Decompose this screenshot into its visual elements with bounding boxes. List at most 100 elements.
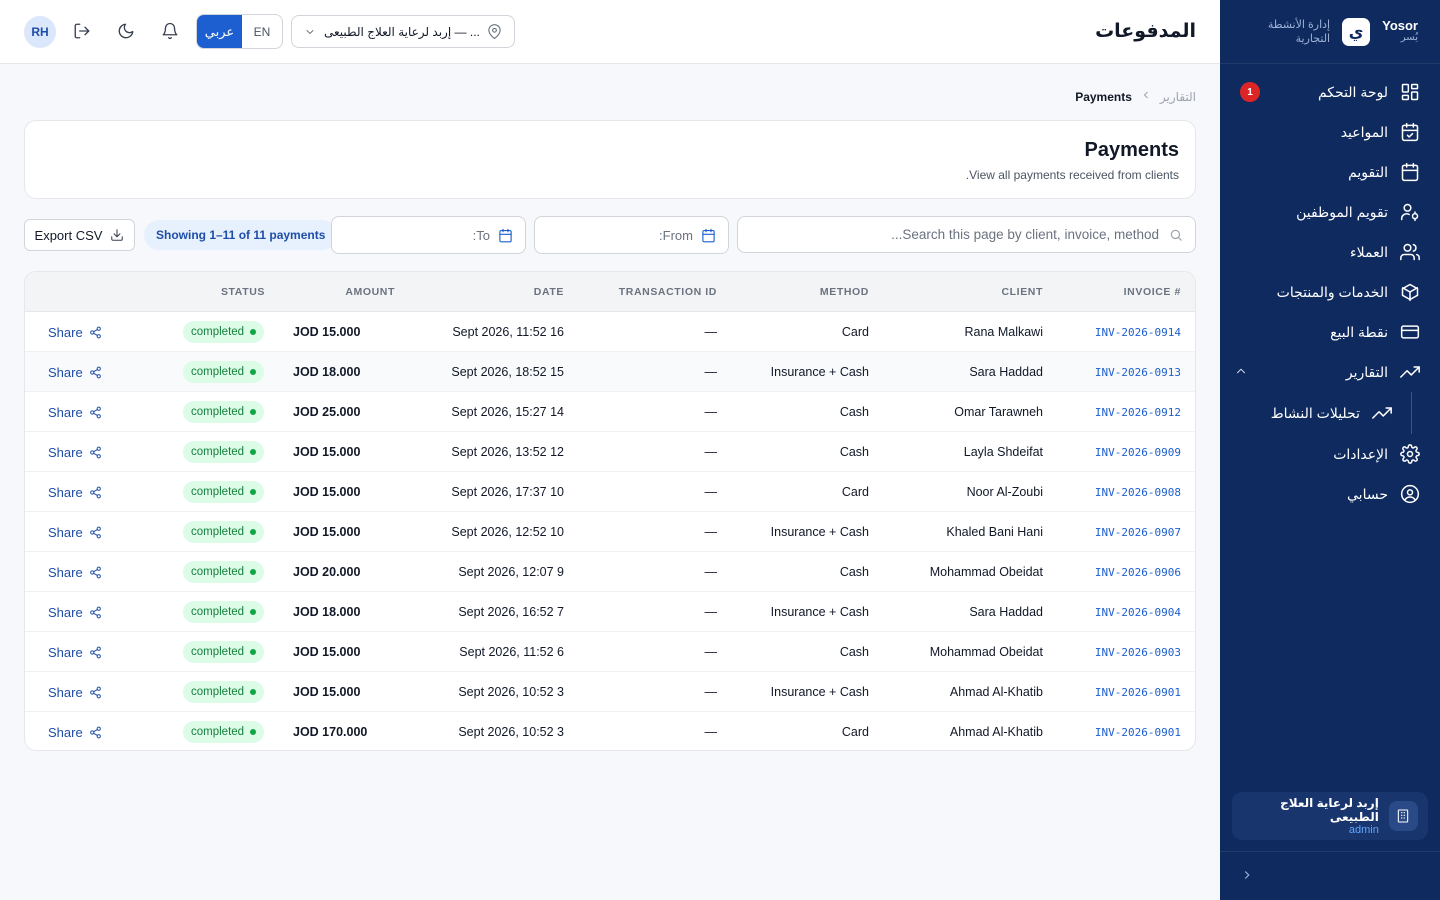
sidebar-divider: [1220, 851, 1440, 852]
invoice-link[interactable]: INV-2026-0914: [1095, 326, 1181, 339]
date-cell: Sept 2026, 13:52 12: [451, 445, 564, 459]
chevron-right-icon[interactable]: [1240, 868, 1256, 884]
method-cell: Cash: [839, 645, 869, 659]
logout-icon[interactable]: [73, 22, 93, 42]
brand-tagline-line-1: إدارة الأنشطة: [1267, 18, 1331, 31]
share-button[interactable]: Share: [48, 405, 102, 420]
invoice-link[interactable]: INV-2026-0903: [1095, 646, 1181, 659]
clinic-switcher[interactable]: إربد لرعاية العلاج الطبيعى admin: [1232, 792, 1428, 840]
sidebar-item-clients[interactable]: العملاء: [1220, 232, 1440, 272]
branch-select[interactable]: إربد لرعاية العلاج الطبيعى — ...: [291, 15, 515, 48]
gear-icon: [1400, 444, 1420, 464]
section-title: Payments: [1084, 139, 1180, 161]
table-row[interactable]: INV-2026-0913 Sara Haddad Insurance + Ca…: [25, 352, 1195, 392]
sidebar-item-dashboard[interactable]: 1 لوحة التحكم: [1220, 72, 1440, 112]
share-button[interactable]: Share: [48, 325, 102, 340]
avatar[interactable]: RH: [24, 16, 56, 48]
transaction-id-cell: —: [704, 525, 718, 539]
share-button[interactable]: Share: [48, 445, 102, 460]
status-badge: completed: [183, 561, 265, 583]
sidebar-item-label: التقويم: [1348, 163, 1388, 180]
sidebar-item-calendar[interactable]: التقويم: [1220, 152, 1440, 192]
invoice-link[interactable]: INV-2026-0909: [1095, 446, 1181, 459]
transaction-id-cell: —: [704, 325, 718, 339]
date-cell: Sept 2026, 17:37 10: [451, 485, 564, 499]
status-badge: completed: [183, 321, 265, 343]
table-row[interactable]: INV-2026-0904 Sara Haddad Insurance + Ca…: [25, 592, 1195, 632]
column-header-method[interactable]: METHOD: [820, 272, 869, 312]
table-row[interactable]: INV-2026-0907 Khaled Bani Hani Insurance…: [25, 512, 1195, 552]
bell-icon[interactable]: [161, 22, 181, 42]
sidebar-item-label: تحليلات النشاط: [1270, 404, 1360, 421]
share-button[interactable]: Share: [48, 605, 102, 620]
share-button[interactable]: Share: [48, 685, 102, 700]
share-button[interactable]: Share: [48, 565, 102, 580]
to-date-field[interactable]: :To: [331, 216, 526, 254]
brand-tagline-line-2: التجارية: [1295, 32, 1331, 45]
lang-en-button[interactable]: EN: [242, 15, 282, 48]
share-button[interactable]: Share: [48, 525, 102, 540]
lang-ar-button[interactable]: عربي: [197, 15, 242, 48]
invoice-link[interactable]: INV-2026-0906: [1095, 566, 1181, 579]
client-cell: Rana Malkawi: [964, 325, 1043, 339]
share-label: Share: [48, 564, 83, 580]
share-icon: [89, 606, 101, 618]
share-button[interactable]: Share: [48, 485, 102, 500]
status-dot: [250, 329, 257, 335]
sidebar-item-settings[interactable]: الإعدادات: [1220, 434, 1440, 474]
status-cell: completed: [183, 632, 265, 672]
table-row[interactable]: INV-2026-0914 Rana Malkawi Card — Sept 2…: [25, 312, 1195, 352]
invoice-link[interactable]: INV-2026-0913: [1095, 366, 1181, 379]
from-date-field[interactable]: :From: [534, 216, 729, 254]
export-csv-button[interactable]: Export CSV: [24, 219, 135, 251]
sidebar-item-services[interactable]: الخدمات والمنتجات: [1220, 272, 1440, 312]
column-header-status[interactable]: STATUS: [221, 272, 265, 312]
date-cell: Sept 2026, 16:52 7: [458, 605, 564, 619]
sidebar-item-label: لوحة التحكم: [1317, 83, 1388, 100]
chevron-down-icon: [306, 29, 314, 34]
breadcrumb-parent[interactable]: التقارير: [1160, 90, 1196, 104]
page-title: المدفوعات: [1095, 21, 1196, 42]
column-header-date[interactable]: DATE: [534, 272, 564, 312]
sidebar-item-pos[interactable]: نقطة البيع: [1220, 312, 1440, 352]
brand[interactable]: إدارة الأنشطة التجارية ي Yosor يُسر: [1220, 0, 1440, 64]
sidebar-item-activity-analytics[interactable]: تحليلات النشاط: [1220, 392, 1440, 434]
invoice-link[interactable]: INV-2026-0908: [1095, 486, 1181, 499]
moon-icon[interactable]: [117, 22, 137, 42]
sidebar-item-appointments[interactable]: المواعيد: [1220, 112, 1440, 152]
results-count-badge: Showing 1–11 of 11 payments: [144, 220, 338, 250]
table-row[interactable]: INV-2026-0908 Noor Al-Zoubi Card — Sept …: [25, 472, 1195, 512]
share-button[interactable]: Share: [48, 365, 102, 380]
share-button[interactable]: Share: [48, 645, 102, 660]
page-header-card: Payments .View all payments received fro…: [24, 120, 1196, 199]
table-row[interactable]: INV-2026-0909 Layla Shdeifat Cash — Sept…: [25, 432, 1195, 472]
building-icon: [1388, 801, 1418, 831]
invoice-link[interactable]: INV-2026-0901: [1095, 686, 1181, 699]
table-row[interactable]: INV-2026-0901 Ahmad Al-Khatib Insurance …: [25, 672, 1195, 712]
column-header-transaction-id[interactable]: TRANSACTION ID: [619, 272, 717, 312]
amount-cell: JOD 18.000: [293, 365, 361, 379]
table-row[interactable]: INV-2026-0903 Mohammad Obeidat Cash — Se…: [25, 632, 1195, 672]
filters-bar: Export CSV Showing 1–11 of 11 payments :…: [24, 216, 1196, 254]
share-button[interactable]: Share: [48, 725, 102, 740]
clinic-role: admin: [1348, 824, 1379, 836]
from-date-label: :From: [659, 227, 693, 243]
invoice-link[interactable]: INV-2026-0912: [1095, 406, 1181, 419]
status-label: completed: [191, 646, 245, 658]
sidebar-item-reports[interactable]: التقارير: [1220, 352, 1440, 392]
column-header-amount[interactable]: AMOUNT: [345, 272, 395, 312]
invoice-link[interactable]: INV-2026-0907: [1095, 526, 1181, 539]
table-row[interactable]: INV-2026-0912 Omar Tarawneh Cash — Sept …: [25, 392, 1195, 432]
table-row[interactable]: INV-2026-0901 Ahmad Al-Khatib Card — Sep…: [25, 712, 1195, 750]
sidebar-item-account[interactable]: حسابي: [1220, 474, 1440, 514]
sidebar-item-staff-calendar[interactable]: تقويم الموظفين: [1220, 192, 1440, 232]
column-header-invoice[interactable]: INVOICE #: [1124, 272, 1181, 312]
chevron-up-icon[interactable]: [1234, 364, 1248, 378]
invoice-link[interactable]: INV-2026-0901: [1095, 726, 1181, 739]
share-icon: [89, 446, 101, 458]
invoice-link[interactable]: INV-2026-0904: [1095, 606, 1181, 619]
search-input[interactable]: [759, 227, 1159, 242]
column-header-client[interactable]: CLIENT: [1001, 272, 1043, 312]
client-cell: Sara Haddad: [969, 365, 1043, 379]
table-row[interactable]: INV-2026-0906 Mohammad Obeidat Cash — Se…: [25, 552, 1195, 592]
